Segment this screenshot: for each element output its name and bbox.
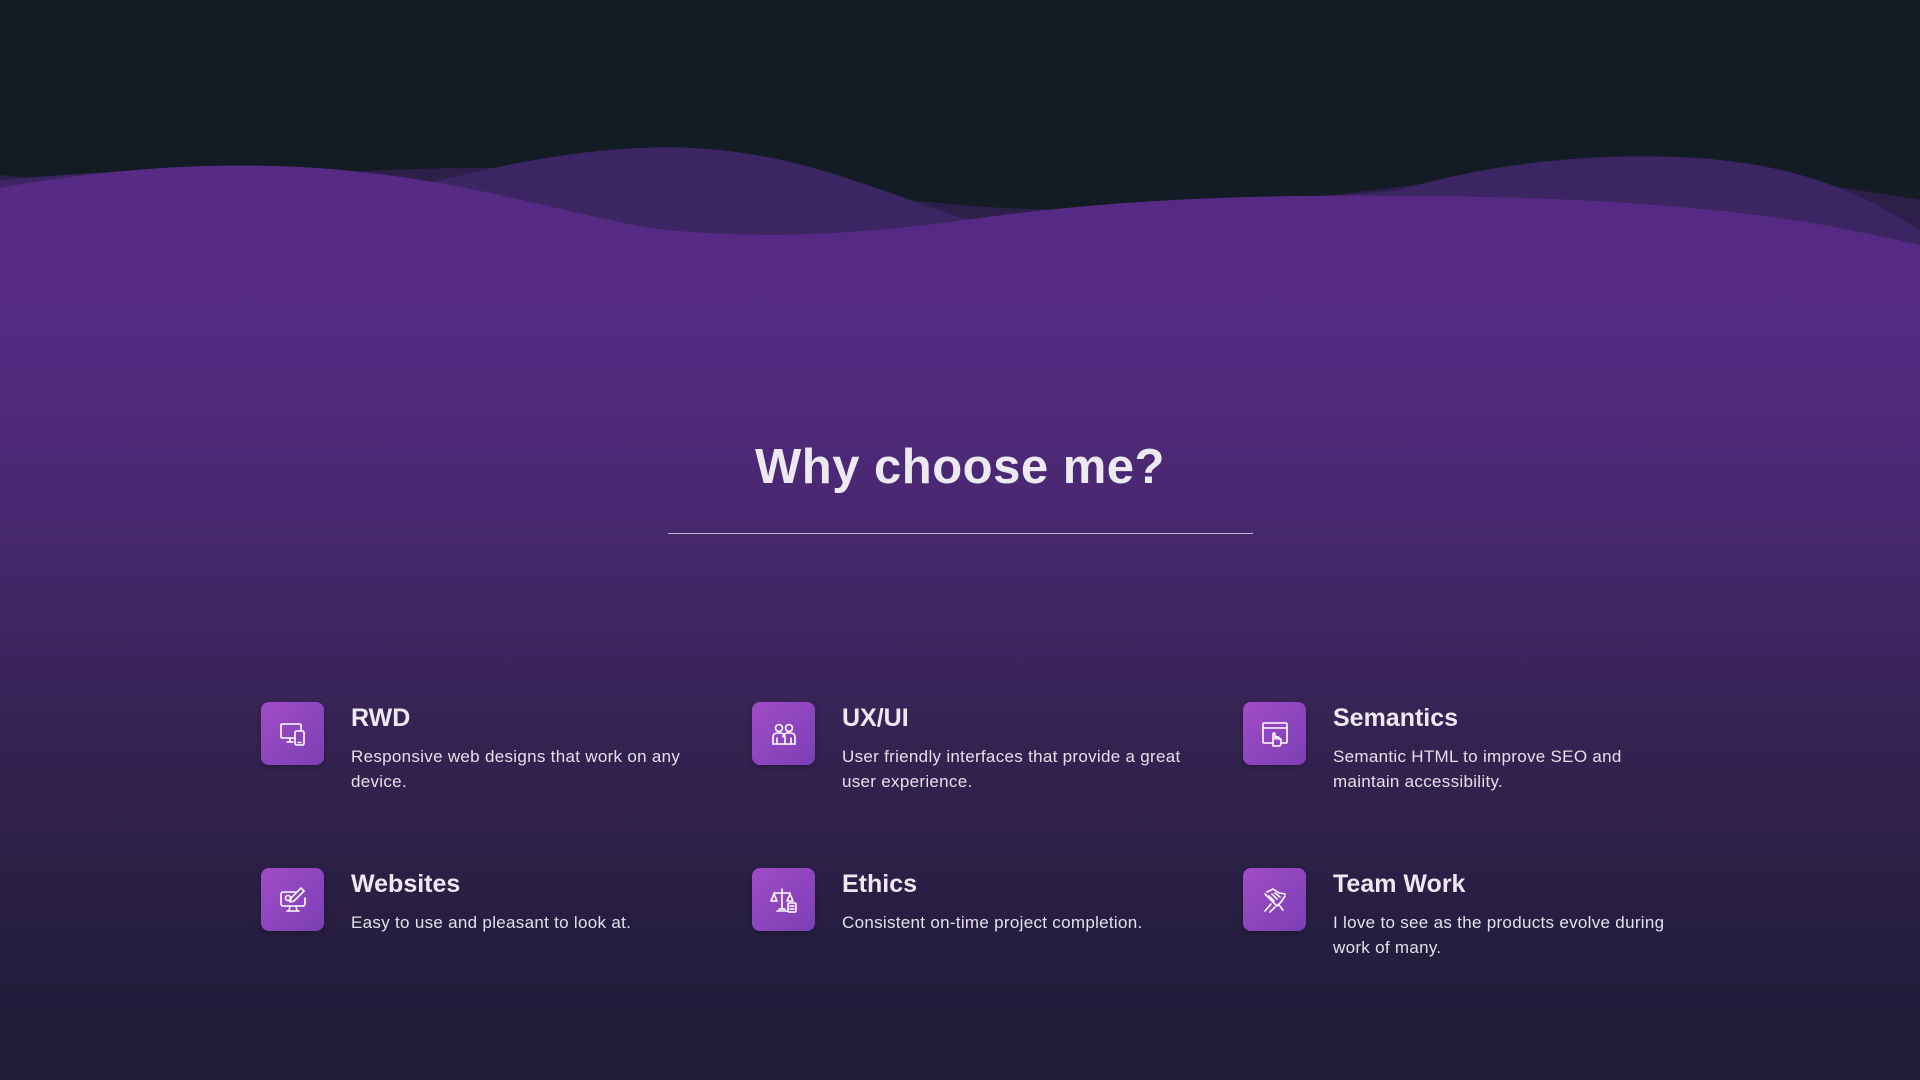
handshake-icon xyxy=(1243,868,1306,931)
feature-description: Consistent on-time project completion. xyxy=(842,913,1143,932)
feature-description: Responsive web designs that work on any … xyxy=(351,747,681,791)
feature-team-work: Team Work I love to see as the products … xyxy=(1243,868,1683,978)
browser-pointer-icon xyxy=(1243,702,1306,765)
feature-title: RWD xyxy=(351,704,411,732)
feature-websites: Websites Easy to use and pleasant to loo… xyxy=(261,868,701,978)
feature-ethics: Ethics Consistent on-time project comple… xyxy=(752,868,1192,978)
users-icon xyxy=(752,702,815,765)
why-choose-me-section: Why choose me? RWD Responsive web design… xyxy=(0,0,1920,1080)
feature-rwd: RWD Responsive web designs that work on … xyxy=(261,702,701,812)
scales-icon xyxy=(752,868,815,931)
monitor-edit-icon xyxy=(261,868,324,931)
feature-description: Semantic HTML to improve SEO and maintai… xyxy=(1333,747,1622,791)
feature-title: Websites xyxy=(351,870,461,898)
feature-ux-ui: UX/UI User friendly interfaces that prov… xyxy=(752,702,1192,812)
feature-title: Team Work xyxy=(1333,870,1466,898)
feature-title: UX/UI xyxy=(842,704,909,732)
feature-title: Ethics xyxy=(842,870,918,898)
feature-semantics: Semantics Semantic HTML to improve SEO a… xyxy=(1243,702,1683,812)
feature-description: I love to see as the products evolve dur… xyxy=(1333,913,1665,957)
section-title: Why choose me? xyxy=(755,440,1165,494)
page: Why choose me? RWD Responsive web design… xyxy=(0,0,1920,1080)
feature-title: Semantics xyxy=(1333,704,1459,732)
devices-icon xyxy=(261,702,324,765)
feature-description: Easy to use and pleasant to look at. xyxy=(351,913,632,932)
feature-description: User friendly interfaces that provide a … xyxy=(842,747,1181,791)
title-divider xyxy=(668,533,1253,534)
